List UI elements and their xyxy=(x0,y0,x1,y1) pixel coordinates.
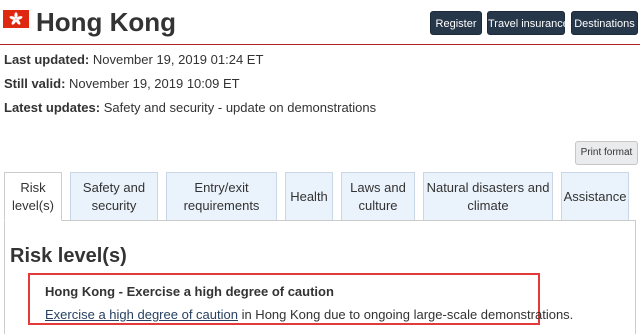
hong-kong-flag-icon xyxy=(3,10,29,28)
risk-level-link[interactable]: Exercise a high degree of caution xyxy=(45,307,238,322)
risk-level-text: in Hong Kong due to ongoing large-scale … xyxy=(237,307,574,322)
tab-safety-and-security[interactable]: Safety and security xyxy=(70,172,158,220)
tab-label: Risk level(s) xyxy=(12,179,54,213)
latest-updates-line: Latest updates: Safety and security - up… xyxy=(4,100,376,115)
travel-insurance-button[interactable]: Travel insurance xyxy=(487,11,569,35)
risk-level-description: Exercise a high degree of caution in Hon… xyxy=(45,307,573,322)
last-updated-value: November 19, 2019 01:24 ET xyxy=(92,52,264,67)
last-updated-line: Last updated: November 19, 2019 01:24 ET xyxy=(4,52,263,67)
risk-level-heading: Hong Kong - Exercise a high degree of ca… xyxy=(45,284,334,299)
destinations-button[interactable]: Destinations xyxy=(571,11,638,35)
tab-risk-levels[interactable]: Risk level(s) xyxy=(4,172,62,221)
still-valid-value: November 19, 2019 10:09 ET xyxy=(69,76,240,91)
tab-label: Safety and security xyxy=(82,179,146,213)
tab-label: Natural disasters and climate xyxy=(426,179,550,213)
tab-label: Entry/exit requirements xyxy=(183,179,260,213)
page-title: Hong Kong xyxy=(36,7,177,37)
last-updated-label: Last updated: xyxy=(4,52,90,67)
register-button[interactable]: Register xyxy=(430,11,482,35)
tab-label: Laws and culture xyxy=(350,179,406,213)
tab-label: Assistance xyxy=(563,188,627,204)
page-header: Hong Kong Register Travel insurance Dest… xyxy=(0,0,640,45)
tab-label: Health xyxy=(290,188,328,204)
still-valid-line: Still valid: November 19, 2019 10:09 ET xyxy=(4,76,240,91)
travel-advisory-page: Hong Kong Register Travel insurance Dest… xyxy=(0,0,640,334)
latest-updates-label: Latest updates: xyxy=(4,100,101,115)
tab-health[interactable]: Health xyxy=(285,172,333,220)
tab-laws-and-culture[interactable]: Laws and culture xyxy=(341,172,415,220)
tab-assistance[interactable]: Assistance xyxy=(561,172,629,220)
print-format-button[interactable]: Print format xyxy=(575,141,638,165)
panel-title: Risk level(s) xyxy=(10,245,127,267)
tab-entry-exit-requirements[interactable]: Entry/exit requirements xyxy=(166,172,277,220)
still-valid-label: Still valid: xyxy=(4,76,66,91)
tab-natural-disasters-and-climate[interactable]: Natural disasters and climate xyxy=(423,172,553,220)
latest-updates-value: Safety and security - update on demonstr… xyxy=(103,100,377,115)
